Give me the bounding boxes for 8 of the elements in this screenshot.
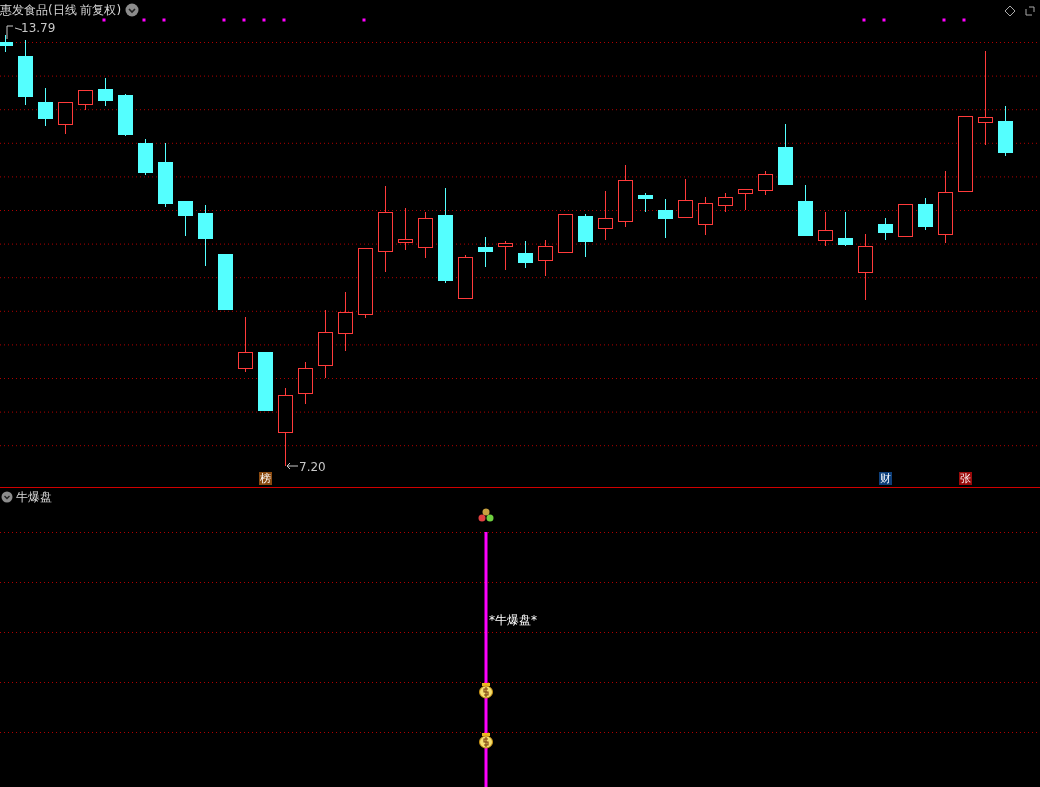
signal-label: *牛爆盘* <box>489 612 537 629</box>
low-price-label: 7.20 <box>299 460 326 474</box>
event-marker[interactable]: 张 <box>959 472 972 485</box>
high-price-label: 13.79 <box>21 21 56 35</box>
chart-title: 惠发食品(日线 前复权) <box>0 2 122 18</box>
event-marker[interactable]: 榜 <box>259 472 272 485</box>
indicator-title: 牛爆盘 <box>16 489 52 505</box>
event-marker[interactable]: 财 <box>879 472 892 485</box>
